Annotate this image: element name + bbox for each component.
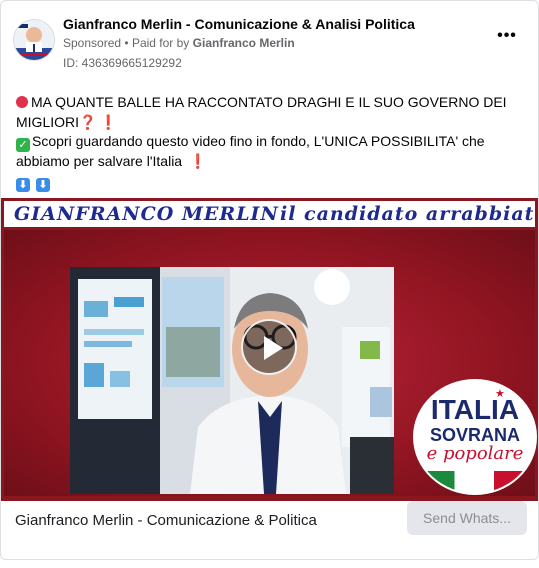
more-icon[interactable]: ••• — [495, 28, 519, 49]
star-icon: ★ — [495, 388, 505, 400]
logo-popolare: e popolare — [426, 443, 524, 464]
body-line-2: ✓ Scopri guardando questo video fino in f… — [16, 132, 521, 172]
logo-italia: ITALIA — [430, 394, 520, 425]
exclamation-icon: ❗ — [99, 113, 117, 130]
ad-body-text: MA QUANTE BALLE HA RACCONTATO DRAGHI E I… — [16, 93, 521, 192]
play-icon[interactable] — [241, 319, 297, 375]
banner-tagline: il candidato arrabbiato — [280, 203, 535, 225]
ad-card: Gianfranco Merlin - Comunicazione & Anal… — [0, 0, 539, 560]
ad-id: ID: 436369665129292 — [63, 56, 182, 70]
sponsored-line: Sponsored • Paid for by Gianfranco Merli… — [63, 36, 295, 50]
video-frame — [70, 267, 394, 494]
sponsored-label: Sponsored — [63, 36, 122, 50]
body-line-3: ⬇ ⬇ — [16, 172, 521, 192]
page-name-link[interactable]: Gianfranco Merlin - Comunicazione & Anal… — [63, 16, 415, 32]
paid-for-by-label: Paid for by — [131, 36, 190, 50]
send-whatsapp-button[interactable]: Send Whats... — [407, 501, 527, 535]
italian-flag-icon — [415, 471, 535, 493]
question-icon: ❓ — [79, 113, 97, 130]
payer-name[interactable]: Gianfranco Merlin — [193, 36, 295, 50]
footer-page-title[interactable]: Gianfranco Merlin - Comunicazione & Poli… — [15, 512, 317, 529]
body-line-2-text: Scopri guardando questo video fino in fo… — [16, 133, 485, 169]
exclamation-icon: ❗ — [188, 153, 207, 169]
check-mark-icon: ✓ — [16, 138, 30, 152]
avatar[interactable] — [13, 19, 55, 61]
body-line-1: MA QUANTE BALLE HA RACCONTATO DRAGHI E I… — [16, 93, 521, 132]
video-still-image — [70, 267, 394, 494]
red-circle-icon — [16, 96, 28, 108]
down-arrow-icon: ⬇ — [36, 177, 50, 192]
video-banner: GIANFRANCO MERLIN il candidato arrabbiat… — [4, 201, 535, 230]
separator-dot: • — [124, 36, 129, 50]
banner-name: GIANFRANCO MERLIN — [14, 203, 279, 225]
italia-sovrana-logo: ITALIA ★ SOVRANA e popolare — [415, 381, 535, 493]
avatar-image — [14, 20, 54, 60]
down-arrow-icon: ⬇ — [16, 177, 30, 192]
